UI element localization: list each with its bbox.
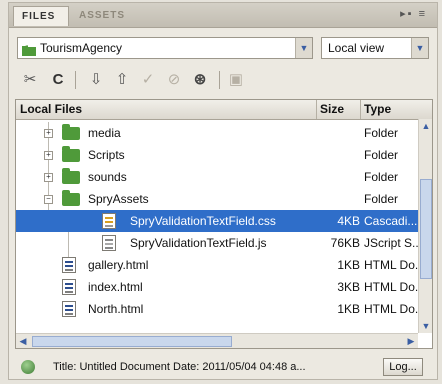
check-in-icon[interactable]: ⊘ — [163, 69, 185, 91]
site-folder-icon — [22, 42, 36, 56]
expand-icon[interactable]: + — [44, 129, 53, 138]
expand-icon[interactable]: + — [44, 173, 53, 182]
file-name: SpryValidationTextField.css — [130, 214, 276, 228]
file-row-spryvalidationtextfield-css[interactable]: SpryValidationTextField.css 4KB Cascadi.… — [16, 210, 418, 232]
vertical-scroll-thumb[interactable] — [420, 179, 432, 279]
toolbar-divider — [219, 71, 220, 89]
folder-row-media[interactable]: + media Folder — [16, 122, 418, 144]
scroll-up-icon[interactable]: ▲ — [419, 119, 432, 133]
chevron-down-icon[interactable]: ▼ — [295, 38, 312, 58]
file-name: gallery.html — [88, 258, 149, 272]
synchronize-icon[interactable]: ⊛ — [189, 69, 211, 91]
file-row-gallery-html[interactable]: gallery.html 1KB HTML Do... — [16, 254, 420, 276]
file-type: Cascadi... — [364, 214, 418, 228]
files-panel: FILES ASSETS ▸▪ ≡ TourismAgency ▼ Local … — [8, 2, 438, 380]
status-text: Title: Untitled Document Date: 2011/05/0… — [53, 361, 306, 373]
log-button[interactable]: Log... — [383, 358, 423, 376]
file-type: HTML Do... — [364, 280, 420, 294]
tab-files[interactable]: FILES — [13, 6, 69, 26]
file-type: Folder — [364, 126, 399, 140]
collapse-icon[interactable]: − — [44, 195, 53, 204]
file-name: Scripts — [88, 148, 125, 162]
file-name: sounds — [88, 170, 127, 184]
toolbar-divider — [75, 71, 76, 89]
status-icon — [21, 360, 35, 374]
file-size: 1KB — [337, 302, 360, 316]
put-files-icon[interactable]: ⇧ — [111, 69, 133, 91]
vertical-scrollbar[interactable]: ▲ ▼ — [418, 119, 432, 333]
file-type: Folder — [364, 148, 399, 162]
status-bar: Title: Untitled Document Date: 2011/05/0… — [9, 355, 437, 379]
file-type: JScript S... — [364, 236, 420, 250]
view-select[interactable]: Local view ▼ — [321, 37, 429, 59]
site-select[interactable]: TourismAgency ▼ — [17, 37, 313, 59]
file-size: 4KB — [337, 214, 360, 228]
scroll-down-icon[interactable]: ▼ — [419, 319, 432, 333]
column-header-size[interactable]: Size — [316, 100, 360, 119]
panel-menu-icon[interactable]: ▸▪ ≡ — [400, 7, 427, 20]
file-row-north-html[interactable]: North.html 1KB HTML Do... — [16, 298, 420, 320]
folder-row-spryassets[interactable]: − SpryAssets Folder — [16, 188, 418, 210]
panel-tab-bar: FILES ASSETS ▸▪ ≡ — [9, 3, 437, 28]
horizontal-scrollbar[interactable]: ◀ ▶ — [16, 333, 418, 348]
view-select-value: Local view — [328, 41, 385, 55]
check-out-icon[interactable]: ✓ — [137, 69, 159, 91]
horizontal-scroll-thumb[interactable] — [32, 336, 232, 347]
get-files-icon[interactable]: ⇩ — [85, 69, 107, 91]
file-type: Folder — [364, 170, 399, 184]
list-header: Local Files Size Type — [16, 100, 432, 120]
scroll-right-icon[interactable]: ▶ — [404, 334, 418, 348]
column-header-type[interactable]: Type — [360, 100, 418, 119]
file-size: 76KB — [330, 236, 360, 250]
column-header-local-files[interactable]: Local Files — [20, 100, 82, 119]
file-name: index.html — [88, 280, 143, 294]
file-name: North.html — [88, 302, 144, 316]
tab-assets[interactable]: ASSETS — [71, 6, 131, 26]
files-toolbar: ✂ C ⇩ ⇧ ✓ ⊘ ⊛ ▣ — [15, 67, 435, 93]
file-type: HTML Do... — [364, 258, 420, 272]
expand-panel-icon[interactable]: ▣ — [225, 69, 247, 91]
chevron-down-icon[interactable]: ▼ — [411, 38, 428, 58]
file-type: Folder — [364, 192, 399, 206]
file-size: 3KB — [337, 280, 360, 294]
connect-icon[interactable]: ✂ — [19, 69, 41, 91]
local-files-list: Local Files Size Type + media Folder + S… — [15, 99, 433, 349]
file-name: SpryAssets — [88, 192, 149, 206]
refresh-icon[interactable]: C — [47, 69, 69, 91]
scroll-left-icon[interactable]: ◀ — [16, 334, 30, 348]
folder-row-scripts[interactable]: + Scripts Folder — [16, 144, 418, 166]
folder-row-sounds[interactable]: + sounds Folder — [16, 166, 418, 188]
file-name: SpryValidationTextField.js — [130, 236, 267, 250]
file-row-spryvalidationtextfield-js[interactable]: SpryValidationTextField.js 76KB JScript … — [16, 232, 420, 254]
file-name: media — [88, 126, 121, 140]
file-size: 1KB — [337, 258, 360, 272]
file-row-index-html[interactable]: index.html 3KB HTML Do... — [16, 276, 420, 298]
site-select-value: TourismAgency — [40, 41, 123, 55]
file-type: HTML Do... — [364, 302, 420, 316]
expand-icon[interactable]: + — [44, 151, 53, 160]
